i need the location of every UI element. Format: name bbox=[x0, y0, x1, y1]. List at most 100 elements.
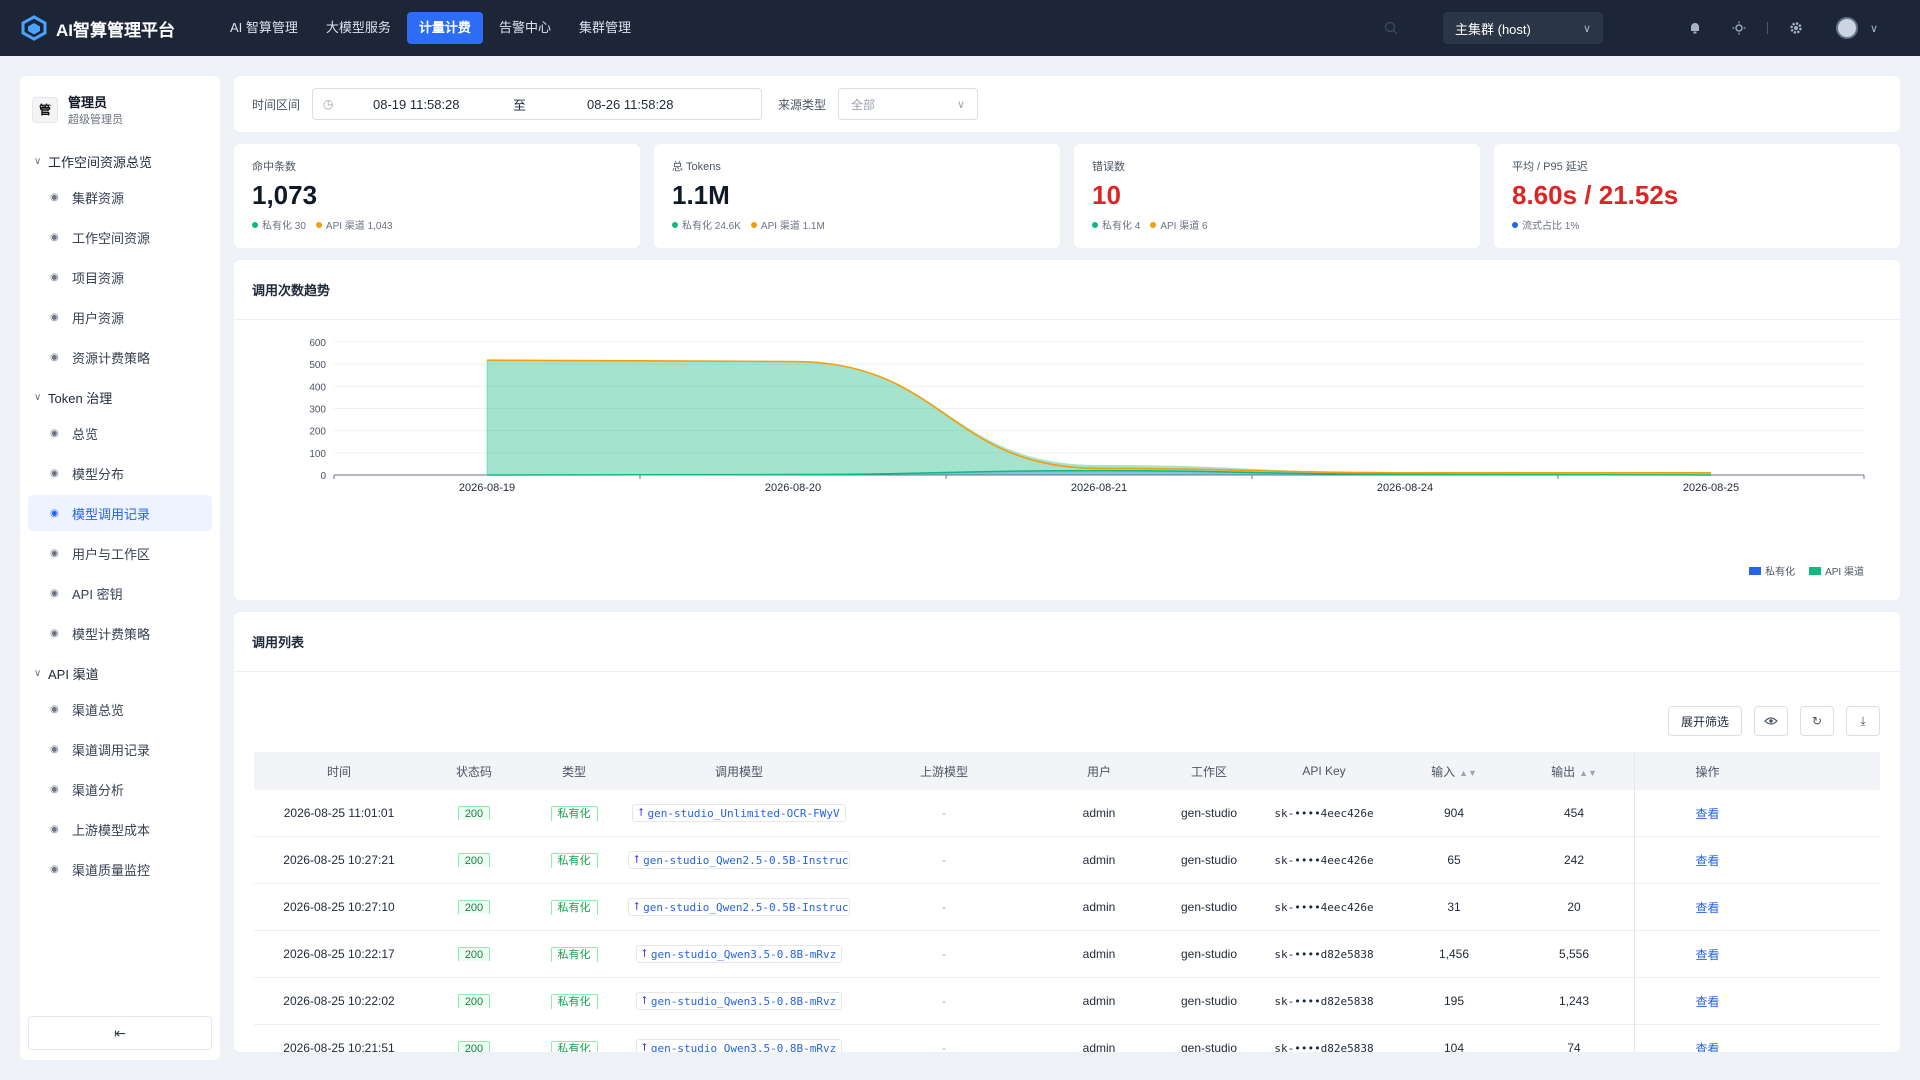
sidebar-item[interactable]: ◉ 模型计费策略 bbox=[28, 615, 212, 651]
nav-item-4[interactable]: 集群管理 bbox=[567, 12, 643, 44]
sidebar-item[interactable]: ◉ 渠道调用记录 bbox=[28, 731, 212, 767]
sidebar-item[interactable]: ◉ 渠道总览 bbox=[28, 691, 212, 727]
menu-dot-icon: ◉ bbox=[50, 311, 59, 323]
sort-icon[interactable]: ▲▼ bbox=[1579, 768, 1597, 778]
menu-dot-icon: ◉ bbox=[50, 467, 59, 479]
sun-icon[interactable] bbox=[1729, 18, 1749, 38]
sidebar-item[interactable]: ◉ 项目资源 bbox=[28, 259, 212, 295]
view-link[interactable]: 查看 bbox=[1695, 993, 1719, 1010]
model-tag[interactable]: ⭡ gen-studio_Qwen3.5-0.8B-mRvz bbox=[635, 945, 843, 963]
sidebar-item[interactable]: ◉ 渠道质量监控 bbox=[28, 851, 212, 887]
model-tag[interactable]: ⭡ gen-studio_Qwen3.5-0.8B-mRvz bbox=[635, 992, 843, 1010]
eye-icon[interactable] bbox=[1754, 706, 1788, 736]
sidebar-item-label: 模型分布 bbox=[72, 466, 125, 482]
sidebar-group-1[interactable]: ∨ Token 治理 bbox=[20, 383, 220, 411]
model-icon: ⭡ bbox=[641, 947, 647, 960]
api-key-cell: sk-••••d82e5838 bbox=[1254, 1042, 1394, 1053]
sidebar-group-0[interactable]: ∨ 工作空间资源总览 bbox=[20, 147, 220, 175]
sidebar-item[interactable]: ◉ 用户资源 bbox=[28, 299, 212, 335]
avatar[interactable] bbox=[1836, 17, 1858, 39]
column-header-label: 输出 bbox=[1551, 764, 1576, 779]
stat-breakdown-text: API 渠道 1.1M bbox=[760, 221, 825, 232]
column-header: API Key bbox=[1254, 764, 1394, 778]
view-link[interactable]: 查看 bbox=[1695, 852, 1719, 869]
search-icon[interactable] bbox=[1381, 18, 1401, 38]
column-header: 输入 ▲▼ bbox=[1394, 763, 1514, 780]
sidebar-item[interactable]: ◉ 总览 bbox=[28, 415, 212, 451]
nav-item-1[interactable]: 大模型服务 bbox=[314, 12, 403, 44]
model-name: gen-studio_Qwen3.5-0.8B-mRvz bbox=[650, 1041, 837, 1053]
menu-dot-icon: ◉ bbox=[50, 271, 59, 283]
range-end[interactable]: 08-26 11:58:28 bbox=[587, 97, 674, 112]
sidebar-item-label: 渠道总览 bbox=[72, 702, 125, 718]
stat-label: 总 Tokens bbox=[672, 161, 721, 173]
user: admin bbox=[1082, 947, 1116, 961]
api-key: sk-••••4eec426e bbox=[1274, 853, 1374, 867]
refresh-icon[interactable]: ↻ bbox=[1800, 706, 1834, 736]
stat-card: 平均 / P95 延迟 8.60s / 21.52s 流式占比 1% bbox=[1494, 144, 1900, 248]
api-key: sk-••••4eec426e bbox=[1274, 806, 1374, 820]
table-row: 2026-08-25 10:27:10 200 私有化 ⭡ gen-studio_Qwe… bbox=[254, 884, 1880, 931]
sidebar-item-label: 用户与工作区 bbox=[72, 546, 151, 562]
x-tick-label: 2026-08-20 bbox=[765, 482, 821, 494]
legend-item[interactable]: 私有化 bbox=[1749, 563, 1795, 578]
bell-icon[interactable] bbox=[1685, 18, 1705, 38]
sort-icon[interactable]: ▲▼ bbox=[1459, 768, 1477, 778]
menu-dot-icon: ◉ bbox=[50, 703, 59, 715]
view-link[interactable]: 查看 bbox=[1695, 946, 1719, 963]
source-type-select[interactable]: 全部 ∨ bbox=[838, 88, 979, 120]
model-tag[interactable]: ⭡ gen-studio_Qwen2.5-0.5B-Instruct bbox=[628, 851, 850, 869]
expand-filter-button[interactable]: 展开筛选 bbox=[1667, 706, 1742, 736]
sidebar-item[interactable]: ◉ 模型调用记录 bbox=[28, 495, 212, 531]
view-link[interactable]: 查看 bbox=[1695, 899, 1719, 916]
legend-item[interactable]: API 渠道 bbox=[1809, 563, 1864, 578]
api-key: sk-••••d82e5838 bbox=[1274, 994, 1374, 1008]
sidebar-item[interactable]: ◉ 资源计费策略 bbox=[28, 339, 212, 375]
nav-item-3[interactable]: 告警中心 bbox=[487, 12, 563, 44]
sidebar-group-2[interactable]: ∨ API 渠道 bbox=[20, 659, 220, 687]
time-range-picker[interactable]: ◷ 08-19 11:58:28 至 08-26 11:58:28 bbox=[312, 88, 763, 120]
legend-label: API 渠道 bbox=[1825, 567, 1864, 578]
sidebar-item[interactable]: ◉ API 密钥 bbox=[28, 575, 212, 611]
sidebar-item[interactable]: ◉ 工作空间资源 bbox=[28, 219, 212, 255]
call-type-cell: 私有化 bbox=[524, 852, 624, 868]
download-icon[interactable]: ⤓ bbox=[1846, 706, 1880, 736]
view-link[interactable]: 查看 bbox=[1695, 805, 1719, 822]
menu-dot-icon: ◉ bbox=[50, 427, 59, 439]
sidebar-item[interactable]: ◉ 渠道分析 bbox=[28, 771, 212, 807]
api-key-cell: sk-••••4eec426e bbox=[1254, 807, 1394, 820]
upstream-model: - bbox=[942, 947, 946, 961]
gear-icon[interactable] bbox=[1786, 18, 1806, 38]
sidebar-item[interactable]: ◉ 模型分布 bbox=[28, 455, 212, 491]
call-time: 2026-08-25 10:27:21 bbox=[283, 853, 395, 867]
model-tag[interactable]: ⭡ gen-studio_Qwen3.5-0.8B-mRvz bbox=[635, 1039, 843, 1053]
view-link[interactable]: 查看 bbox=[1695, 1040, 1719, 1053]
sidebar-item[interactable]: ◉ 集群资源 bbox=[28, 179, 212, 215]
divider bbox=[1767, 22, 1768, 34]
app-logo[interactable]: AI智算管理平台 bbox=[20, 14, 200, 42]
nav-item-2[interactable]: 计量计费 bbox=[406, 12, 483, 44]
sidebar-item[interactable]: ◉ 用户与工作区 bbox=[28, 535, 212, 571]
model-tag[interactable]: ⭡ gen-studio_Qwen2.5-0.5B-Instruct bbox=[628, 898, 850, 916]
output-tokens: 5,556 bbox=[1558, 947, 1590, 961]
trend-chart: 0 100 200 300 400 500 600 2026-08-19 2026-08-20 2… bbox=[309, 338, 1865, 494]
sidebar-item[interactable]: ◉ 上游模型成本 bbox=[28, 811, 212, 847]
y-tick-label: 300 bbox=[309, 405, 326, 416]
model-tag[interactable]: ⭡ gen-studio_Unlimited-OCR-FWyV bbox=[632, 804, 846, 822]
chevron-down-icon[interactable]: ∨ bbox=[1864, 18, 1884, 38]
output-tokens-cell: 242 bbox=[1514, 853, 1634, 867]
call-type: 私有化 bbox=[550, 806, 598, 821]
cluster-select[interactable]: 主集群 (host) ∨ bbox=[1443, 12, 1603, 44]
input-tokens-cell: 904 bbox=[1394, 806, 1514, 820]
collapse-sidebar-button[interactable]: ⇤ bbox=[28, 1016, 212, 1050]
action-cell: 查看 bbox=[1634, 978, 1780, 1024]
list-title: 调用列表 bbox=[234, 612, 1900, 672]
range-start[interactable]: 08-19 11:58:28 bbox=[373, 97, 513, 112]
status-dot bbox=[1150, 221, 1157, 228]
nav-item-0[interactable]: AI 智算管理 bbox=[218, 12, 310, 44]
source-type-value: 全部 bbox=[851, 97, 876, 112]
workspace: gen-studio bbox=[1180, 900, 1238, 914]
user-role: 超级管理员 bbox=[68, 114, 123, 126]
main-content: 时间区间 ◷ 08-19 11:58:28 至 08-26 11:58:28 来… bbox=[234, 76, 1900, 1052]
sidebar-group-label: API 渠道 bbox=[48, 666, 99, 682]
